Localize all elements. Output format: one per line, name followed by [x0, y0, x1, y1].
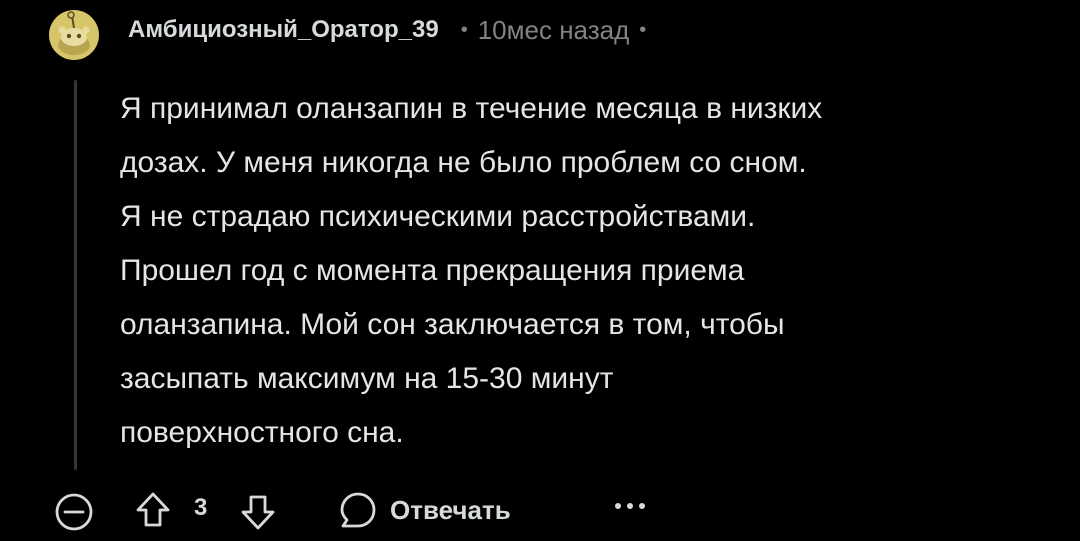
vote-score: 3 — [194, 494, 208, 521]
comment-body-line: засыпать максимум на 15-30 минут — [120, 362, 614, 395]
reply-button[interactable]: Отвечать — [338, 488, 511, 532]
speech-bubble-icon — [340, 492, 376, 528]
comment-body-line: дозах. У меня никогда не было проблем со… — [120, 146, 807, 179]
separator-dot: • — [639, 18, 647, 41]
comment-header: Амбициозный_Оратор_39 • 10мес назад • — [128, 10, 646, 50]
thread-line[interactable] — [74, 80, 77, 470]
downvote-arrow-icon[interactable] — [238, 492, 278, 532]
separator-dot: • — [460, 18, 468, 41]
comment-author[interactable]: Амбициозный_Оратор_39 — [128, 16, 439, 44]
comment-timestamp: 10мес назад — [477, 14, 630, 45]
comment-body: Я принимал оланзапин в течение месяца в … — [120, 82, 1020, 460]
comment-body-line: поверхностного сна. — [120, 416, 404, 449]
upvote-arrow-icon[interactable] — [133, 490, 173, 530]
comment-action-bar: 3 Отвечать — [0, 484, 1080, 536]
reply-label: Отвечать — [390, 494, 511, 525]
comment-body-line: Я не страдаю психическими расстройствами… — [120, 200, 756, 233]
collapse-icon[interactable] — [54, 492, 94, 532]
user-avatar-icon[interactable] — [40, 4, 106, 60]
comment-body-line: Я принимал оланзапин в течение месяца в … — [120, 92, 823, 125]
comment-body-line: оланзапина. Мой сон заключается в том, ч… — [120, 308, 785, 341]
more-options-icon[interactable] — [612, 500, 648, 512]
comment-body-line: Прошел год с момента прекращения приема — [120, 254, 745, 287]
